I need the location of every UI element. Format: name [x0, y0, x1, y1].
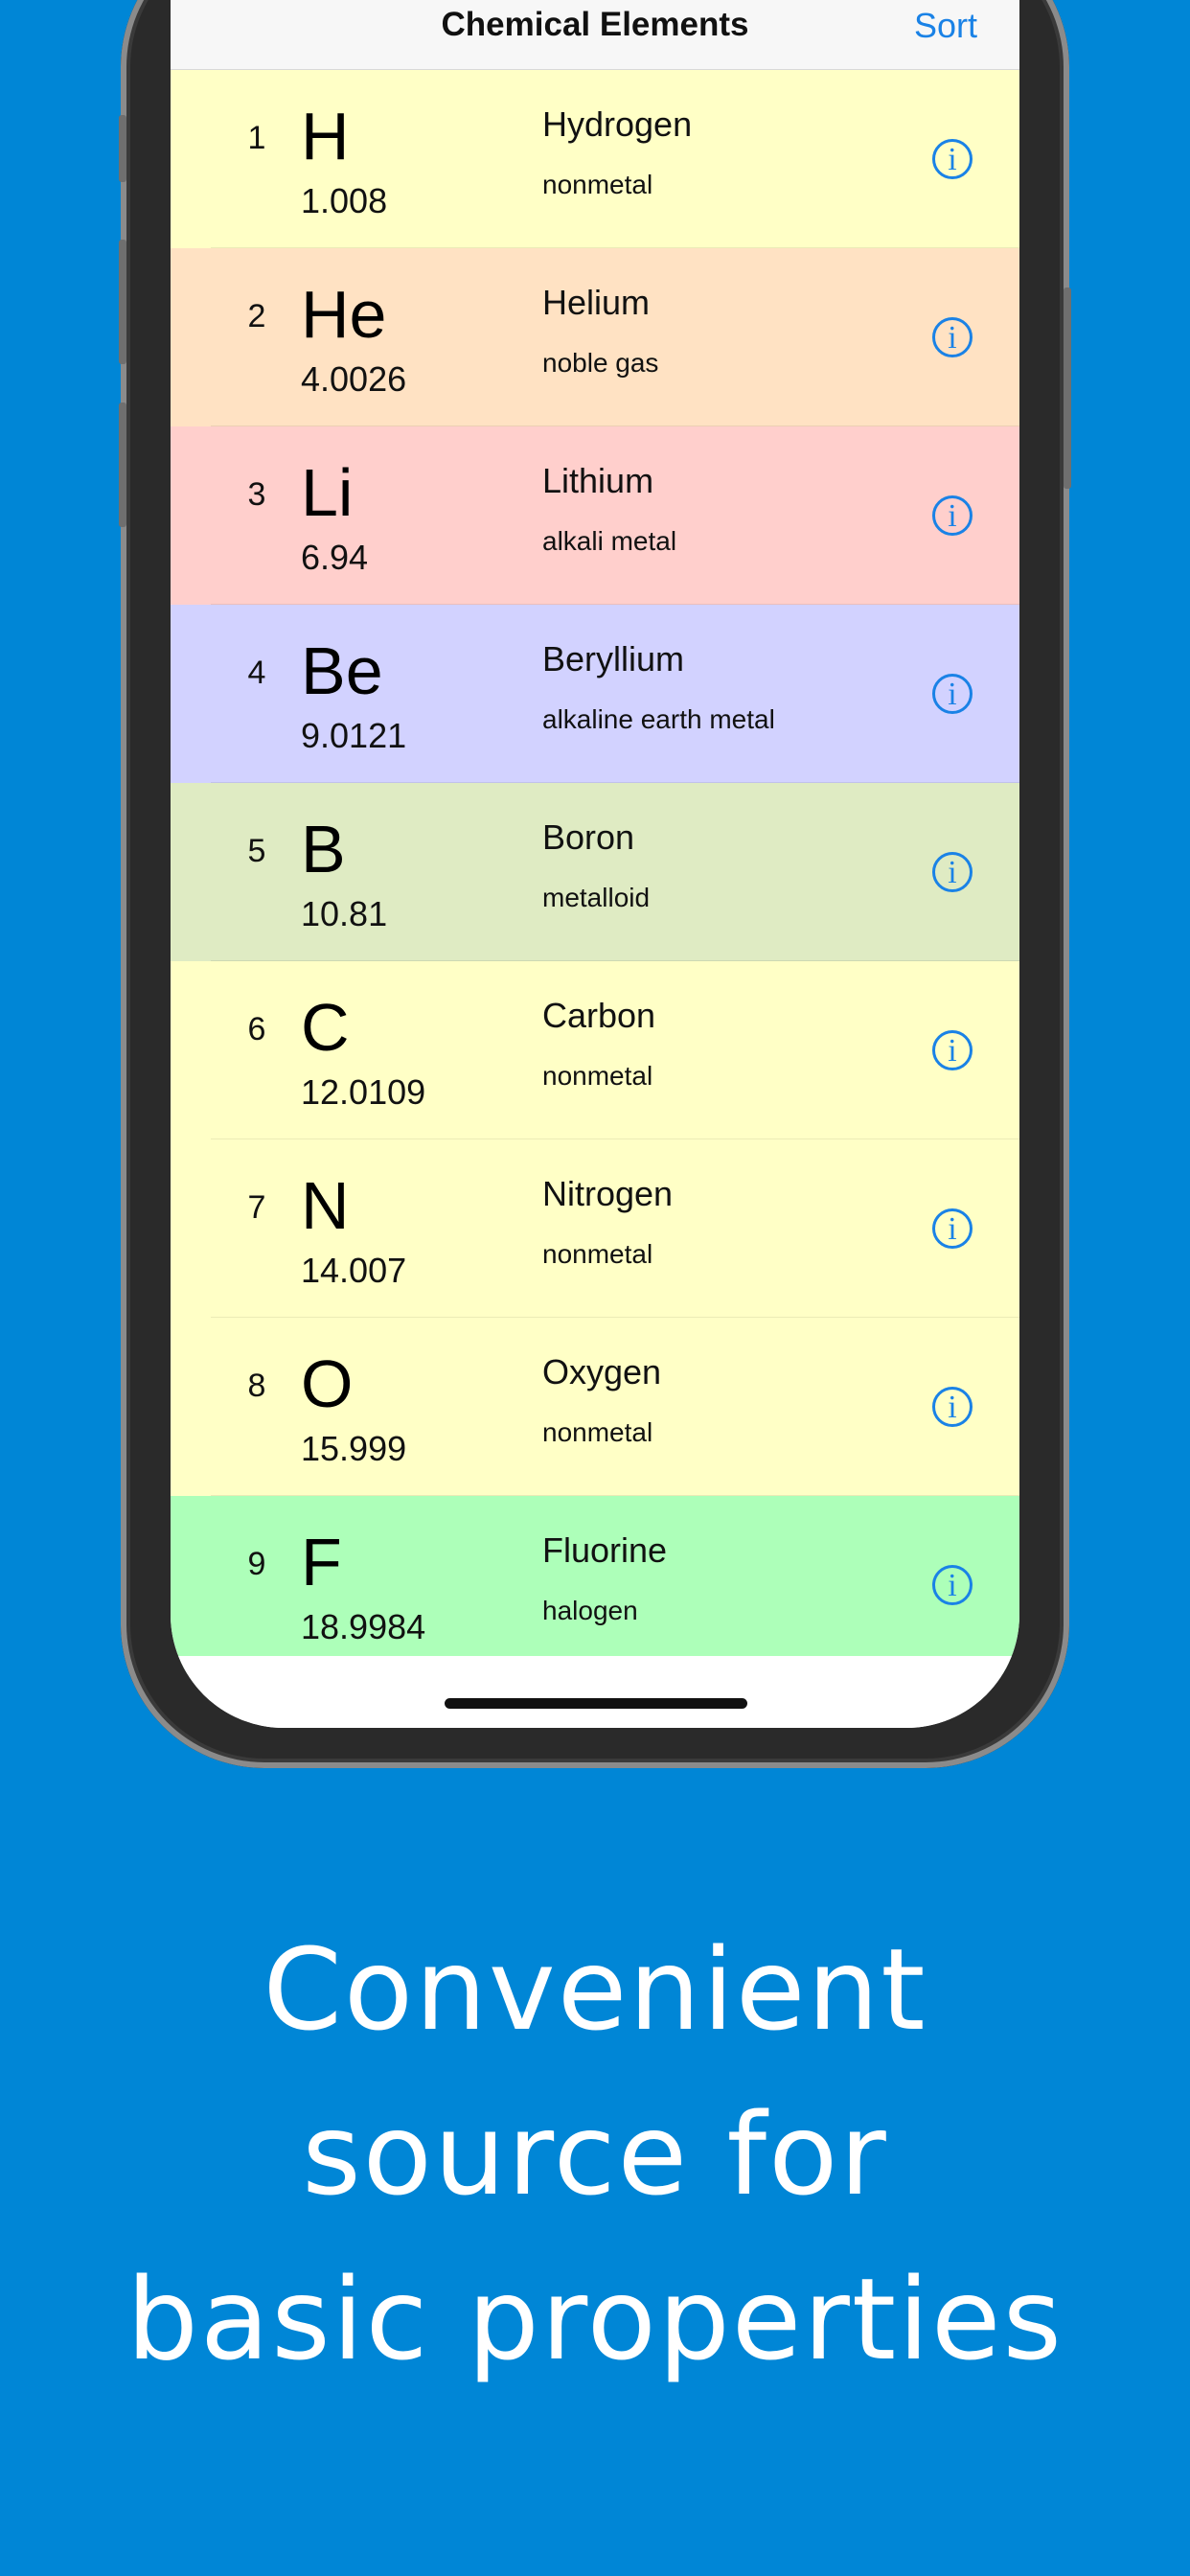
element-row[interactable]: 5 B 10.81 Boron metalloid i — [171, 783, 1019, 961]
element-category: nonmetal — [542, 1417, 653, 1447]
navigation-bar: Chemical Elements Sort — [171, 0, 1019, 70]
element-name: Hydrogen — [542, 104, 693, 144]
atomic-mass: 6.94 — [301, 538, 369, 577]
element-row[interactable]: 4 Be 9.0121 Beryllium alkaline earth metal i — [171, 605, 1019, 783]
atomic-number: 4 — [247, 655, 266, 691]
caption-line: basic properties — [126, 2253, 1064, 2385]
caption-line: Convenient — [263, 1923, 927, 2056]
element-category: alkali metal — [542, 526, 677, 556]
element-name: Oxygen — [542, 1352, 662, 1392]
info-circle-icon[interactable]: i — [932, 1208, 973, 1249]
atomic-number: 3 — [247, 476, 266, 513]
atomic-mass: 14.007 — [301, 1251, 407, 1290]
element-name: Carbon — [542, 996, 656, 1035]
info-circle-icon[interactable]: i — [932, 1387, 973, 1427]
atomic-number: 7 — [247, 1189, 266, 1226]
element-row[interactable]: 6 C 12.0109 Carbon nonmetal i — [171, 961, 1019, 1139]
atomic-number: 9 — [247, 1546, 266, 1582]
info-circle-icon[interactable]: i — [932, 674, 973, 714]
element-row[interactable]: 2 He 4.0026 Helium noble gas i — [171, 248, 1019, 426]
element-symbol: Li — [301, 455, 354, 530]
element-symbol: N — [301, 1168, 350, 1243]
phone-volume-up — [119, 240, 126, 364]
element-row[interactable]: 8 O 15.999 Oxygen nonmetal i — [171, 1318, 1019, 1496]
atomic-mass: 9.0121 — [301, 716, 407, 755]
element-name: Helium — [542, 283, 651, 322]
marketing-caption: Convenient source for basic properties — [0, 1907, 1190, 2402]
element-symbol: O — [301, 1346, 354, 1421]
atomic-number: 5 — [247, 833, 266, 869]
phone-power-button — [1064, 288, 1071, 489]
element-category: alkaline earth metal — [542, 704, 775, 734]
element-category: noble gas — [542, 348, 659, 378]
element-symbol: Be — [301, 633, 383, 708]
info-circle-icon[interactable]: i — [932, 495, 973, 536]
phone-side-button — [119, 115, 126, 182]
element-symbol: H — [301, 99, 350, 173]
atomic-number: 2 — [247, 298, 266, 334]
element-row[interactable]: 1 H 1.008 Hydrogen nonmetal i — [171, 70, 1019, 248]
element-category: nonmetal — [542, 170, 653, 199]
atomic-mass: 15.999 — [301, 1429, 407, 1468]
element-symbol: B — [301, 812, 346, 886]
element-category: halogen — [542, 1596, 638, 1625]
sort-button[interactable]: Sort — [914, 6, 977, 46]
atomic-mass: 1.008 — [301, 181, 388, 220]
element-name: Lithium — [542, 461, 654, 500]
info-circle-icon[interactable]: i — [932, 1565, 973, 1605]
atomic-mass: 18.9984 — [301, 1607, 426, 1646]
element-symbol: He — [301, 277, 387, 352]
app-screen: Chemical Elements Sort 1 H 1.008 Hydrogen no… — [171, 0, 1019, 1728]
element-list: 1 H 1.008 Hydrogen nonmetal i 2 He 4.0026 Helium n… — [171, 70, 1019, 1674]
home-indicator[interactable] — [445, 1698, 747, 1709]
info-circle-icon[interactable]: i — [932, 317, 973, 357]
info-circle-icon[interactable]: i — [932, 1030, 973, 1070]
element-category: nonmetal — [542, 1061, 653, 1091]
atomic-number: 8 — [247, 1368, 266, 1404]
caption-line: source for — [302, 2088, 888, 2220]
element-row[interactable]: 9 F 18.9984 Fluorine halogen i — [171, 1496, 1019, 1674]
info-circle-icon[interactable]: i — [932, 139, 973, 179]
atomic-number: 6 — [247, 1011, 266, 1047]
page-title: Chemical Elements — [441, 6, 749, 43]
info-circle-icon[interactable]: i — [932, 852, 973, 892]
atomic-mass: 4.0026 — [301, 359, 407, 399]
phone-volume-down — [119, 402, 126, 527]
element-symbol: C — [301, 990, 350, 1065]
element-name: Fluorine — [542, 1530, 668, 1570]
element-name: Boron — [542, 817, 635, 857]
element-name: Nitrogen — [542, 1174, 674, 1213]
element-row[interactable]: 7 N 14.007 Nitrogen nonmetal i — [171, 1139, 1019, 1318]
element-symbol: F — [301, 1525, 342, 1599]
home-area — [171, 1656, 1019, 1728]
element-category: nonmetal — [542, 1239, 653, 1269]
atomic-mass: 12.0109 — [301, 1072, 426, 1112]
atomic-number: 1 — [247, 120, 266, 156]
atomic-mass: 10.81 — [301, 894, 388, 933]
element-row[interactable]: 3 Li 6.94 Lithium alkali metal i — [171, 426, 1019, 605]
element-name: Beryllium — [542, 639, 685, 678]
element-category: metalloid — [542, 883, 651, 912]
